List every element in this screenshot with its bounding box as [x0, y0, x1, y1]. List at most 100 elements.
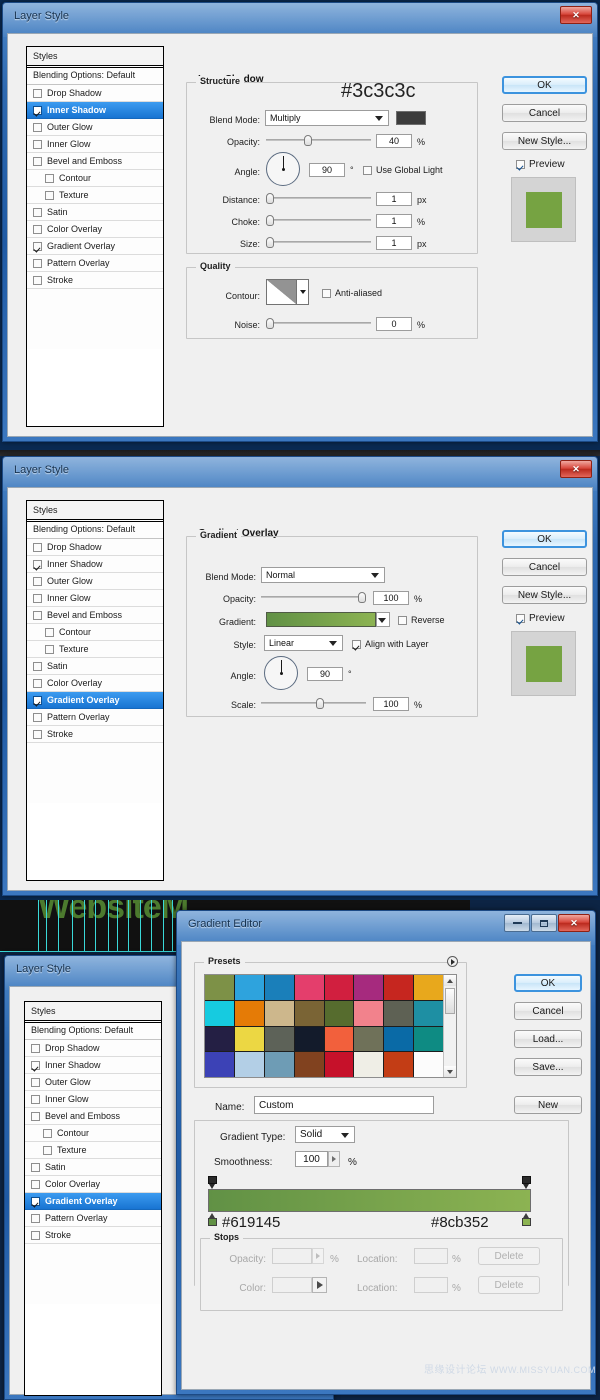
stops-color-location-input[interactable]: [414, 1277, 448, 1293]
checkbox-box[interactable]: [33, 156, 42, 166]
style-item-pattern-overlay[interactable]: Pattern Overlay: [27, 255, 163, 272]
scroll-up-icon[interactable]: [444, 975, 456, 986]
style-item-gradient-overlay[interactable]: Gradient Overlay: [25, 1193, 161, 1210]
preset-swatch[interactable]: [264, 1052, 294, 1077]
preset-swatch[interactable]: [234, 1000, 264, 1026]
checkbox-box[interactable]: [31, 1111, 40, 1121]
size-input[interactable]: 1: [376, 236, 412, 250]
opacity-slider-1[interactable]: [266, 135, 371, 146]
style-item-inner-shadow[interactable]: Inner Shadow: [27, 556, 163, 573]
preview-checkbox-2[interactable]: Preview: [516, 613, 565, 624]
presets-scrollbar[interactable]: [443, 975, 456, 1077]
preset-swatch[interactable]: [205, 975, 234, 1000]
preset-swatch[interactable]: [354, 975, 384, 1000]
ok-button-1[interactable]: OK: [502, 76, 587, 94]
name-input[interactable]: Custom: [254, 1096, 434, 1114]
checkbox-box[interactable]: [31, 1043, 40, 1053]
style-item-inner-glow[interactable]: Inner Glow: [25, 1091, 161, 1108]
ok-button-2[interactable]: OK: [502, 530, 587, 548]
cancel-button-2[interactable]: Cancel: [502, 558, 587, 576]
checkbox-box[interactable]: [45, 190, 54, 200]
slider-knob[interactable]: [358, 592, 366, 603]
styles-list-3[interactable]: Styles Blending Options: Default Drop Sh…: [24, 1001, 162, 1396]
opacity-input-1[interactable]: 40: [376, 134, 412, 148]
preset-swatch[interactable]: [205, 1052, 234, 1077]
blending-options-item[interactable]: Blending Options: Default: [25, 1021, 161, 1040]
ge-load-button[interactable]: Load...: [514, 1030, 582, 1048]
slider-knob[interactable]: [266, 193, 274, 204]
style-item-pattern-overlay[interactable]: Pattern Overlay: [27, 709, 163, 726]
preset-swatch[interactable]: [234, 1052, 264, 1077]
style-item-inner-shadow[interactable]: Inner Shadow: [27, 102, 163, 119]
preset-swatch[interactable]: [324, 1052, 354, 1077]
noise-input-1[interactable]: 0: [376, 317, 412, 331]
stops-opacity-location-input[interactable]: [414, 1248, 448, 1264]
color-stop-right[interactable]: [522, 1213, 531, 1226]
checkbox-box[interactable]: [33, 542, 42, 552]
style-item-stroke[interactable]: Stroke: [25, 1227, 161, 1244]
preset-swatch[interactable]: [324, 1026, 354, 1052]
checkbox-box[interactable]: [33, 224, 42, 234]
noise-slider-1[interactable]: [266, 318, 371, 329]
new-style-button-2[interactable]: New Style...: [502, 586, 587, 604]
opacity-slider-2[interactable]: [261, 592, 366, 603]
style-item-color-overlay[interactable]: Color Overlay: [27, 221, 163, 238]
ge-ok-button[interactable]: OK: [514, 974, 582, 992]
ge-cancel-button[interactable]: Cancel: [514, 1002, 582, 1020]
style-item-outer-glow[interactable]: Outer Glow: [25, 1074, 161, 1091]
style-item-gradient-overlay[interactable]: Gradient Overlay: [27, 238, 163, 255]
preset-swatch[interactable]: [384, 975, 414, 1000]
blend-mode-combo-2[interactable]: Normal: [261, 567, 385, 583]
preset-swatch[interactable]: [264, 975, 294, 1000]
style-item-bevel-and-emboss[interactable]: Bevel and Emboss: [25, 1108, 161, 1125]
opacity-stop-left[interactable]: [208, 1176, 217, 1189]
size-slider[interactable]: [266, 237, 371, 248]
choke-input[interactable]: 1: [376, 214, 412, 228]
style-item-outer-glow[interactable]: Outer Glow: [27, 573, 163, 590]
shadow-color-swatch[interactable]: [396, 111, 426, 125]
contour-preview[interactable]: [266, 279, 297, 305]
preset-swatch[interactable]: [324, 1000, 354, 1026]
style-item-satin[interactable]: Satin: [25, 1159, 161, 1176]
style-item-inner-shadow[interactable]: Inner Shadow: [25, 1057, 161, 1074]
ge-new-button[interactable]: New: [514, 1096, 582, 1114]
checkbox-box[interactable]: [33, 729, 42, 739]
color-stop-left[interactable]: [208, 1213, 217, 1226]
preset-grid[interactable]: [205, 975, 443, 1077]
preset-swatch[interactable]: [384, 1026, 414, 1052]
ge-save-button[interactable]: Save...: [514, 1058, 582, 1076]
style-item-satin[interactable]: Satin: [27, 204, 163, 221]
preset-swatch[interactable]: [384, 1000, 414, 1026]
style-item-bevel-and-emboss[interactable]: Bevel and Emboss: [27, 153, 163, 170]
preview-checkbox-1[interactable]: Preview: [516, 159, 565, 170]
choke-slider[interactable]: [266, 215, 371, 226]
stops-opacity-input[interactable]: [272, 1248, 312, 1264]
contour-dropdown-arrow[interactable]: [297, 279, 309, 305]
delete-color-stop-button[interactable]: Delete: [478, 1276, 540, 1294]
checkbox-box[interactable]: [33, 576, 42, 586]
style-item-pattern-overlay[interactable]: Pattern Overlay: [25, 1210, 161, 1227]
stops-color-swatch[interactable]: [272, 1277, 312, 1293]
checkbox-box[interactable]: [31, 1077, 40, 1087]
checkbox-box[interactable]: [31, 1094, 40, 1104]
angle-input-2[interactable]: 90: [307, 667, 343, 681]
checkbox-box[interactable]: [31, 1196, 40, 1206]
checkbox-box[interactable]: [31, 1230, 40, 1240]
preset-swatch[interactable]: [264, 1000, 294, 1026]
blend-mode-combo[interactable]: Multiply: [265, 110, 389, 126]
style-item-bevel-and-emboss[interactable]: Bevel and Emboss: [27, 607, 163, 624]
scrollbar-thumb[interactable]: [445, 988, 455, 1014]
align-with-layer-checkbox[interactable]: Align with Layer: [352, 639, 429, 649]
style-item-drop-shadow[interactable]: Drop Shadow: [25, 1040, 161, 1057]
checkbox-box[interactable]: [33, 258, 42, 268]
angle-dial-1[interactable]: [266, 152, 300, 186]
style-item-contour[interactable]: Contour: [25, 1125, 161, 1142]
checkbox-box[interactable]: [33, 678, 42, 688]
slider-knob[interactable]: [266, 318, 274, 329]
anti-aliased-checkbox[interactable]: Anti-aliased: [322, 288, 382, 298]
gradient-dropdown-2[interactable]: [376, 612, 390, 627]
checkbox-box[interactable]: [33, 661, 42, 671]
checkbox-box[interactable]: [33, 593, 42, 603]
styles-list-2[interactable]: Styles Blending Options: Default Drop Sh…: [26, 500, 164, 881]
checkbox-box[interactable]: [45, 627, 54, 637]
